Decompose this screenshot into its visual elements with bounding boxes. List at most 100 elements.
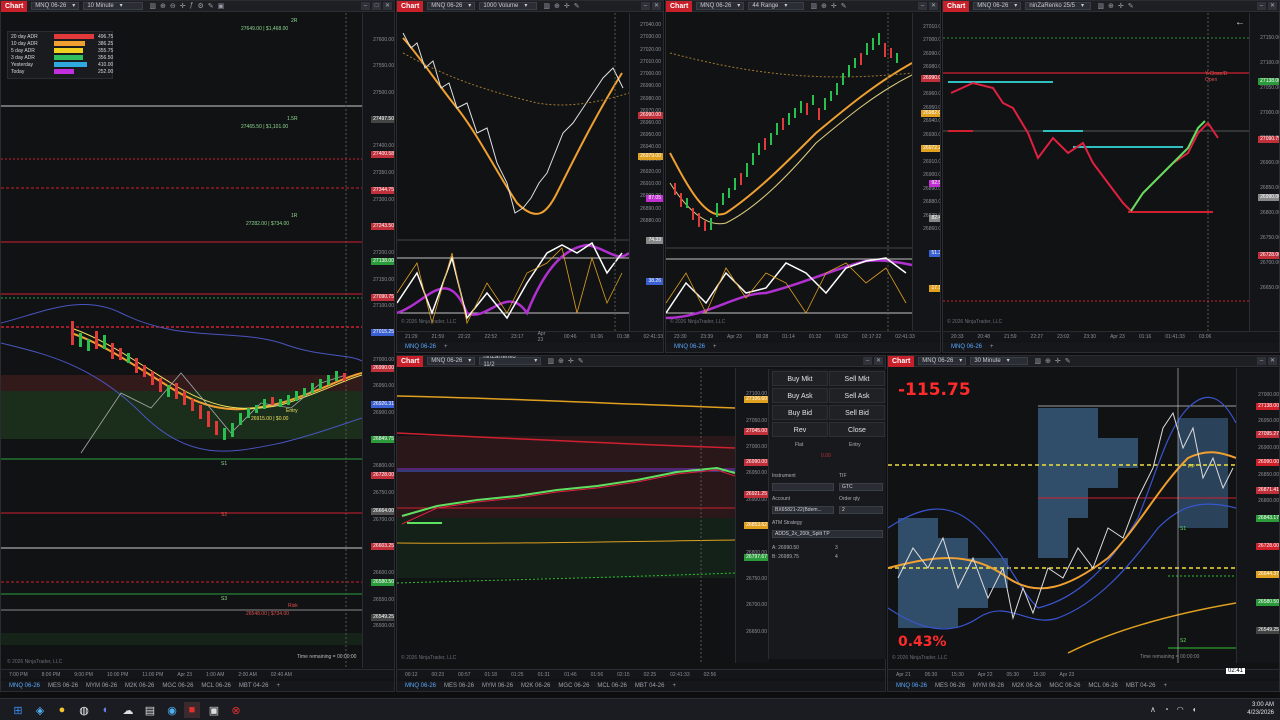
strategy-icon[interactable]: ⚙ xyxy=(197,2,203,10)
interval-selector[interactable]: 10 Minute ▾ xyxy=(83,2,144,10)
instrument-tab[interactable]: M2K 06-26 xyxy=(125,683,154,689)
minimize-icon[interactable]: – xyxy=(863,357,872,365)
instrument-tab[interactable]: MGC 06-26 xyxy=(162,683,193,689)
back-arrow-icon[interactable]: ← xyxy=(1235,17,1245,28)
price-plot[interactable]: © 2026 NinjaTrader, LLC xyxy=(666,13,913,331)
instrument-tab[interactable]: MGC 06-26 xyxy=(558,683,589,689)
zoom-icon[interactable]: ⊕ xyxy=(1108,2,1114,10)
minimize-icon[interactable]: – xyxy=(361,2,370,10)
wifi-icon[interactable]: ◠ xyxy=(1177,705,1184,714)
crosshair-icon[interactable]: ✛ xyxy=(1055,357,1061,365)
buy-market-button[interactable]: Buy Mkt xyxy=(772,371,828,386)
time-axis[interactable]: 7:00 PM 8:00 PM 9:00 PM 10:00 PM 11:00 PM Apr… xyxy=(1,669,394,679)
bar-style-icon[interactable]: ▥ xyxy=(810,2,817,10)
price-plot[interactable]: Y-Close/D Open © 2026 NinjaTrader, LLC ← xyxy=(943,13,1249,331)
bar-style-icon[interactable]: ▥ xyxy=(1034,357,1041,365)
maximize-icon[interactable]: □ xyxy=(372,2,381,10)
discord-icon[interactable]: ◐ xyxy=(98,702,114,718)
lock-icon[interactable]: ▣ xyxy=(218,2,225,10)
time-axis[interactable]: 00:12 00:23 00:57 01:18 01:25 01:31 01:46 01:56… xyxy=(397,669,885,679)
app-icon[interactable]: ◍ xyxy=(76,702,92,718)
bar-style-icon[interactable]: ▥ xyxy=(1097,2,1104,10)
app-icon[interactable]: ▤ xyxy=(142,702,158,718)
instrument-selector[interactable]: MNQ 06-26 ▾ xyxy=(973,2,1022,10)
add-tab-icon[interactable]: + xyxy=(444,344,448,350)
add-tab-icon[interactable]: + xyxy=(713,344,717,350)
draw-icon[interactable]: ✎ xyxy=(1065,357,1071,365)
price-plot[interactable]: © 2026 NinjaTrader, LLC xyxy=(397,368,736,663)
instrument-tab[interactable]: M2K 06-26 xyxy=(521,683,550,689)
atm-strategy-select[interactable]: ADDS_2x_200t_Split TP xyxy=(772,530,883,538)
windows-start-icon[interactable]: ⊞ xyxy=(10,702,26,718)
indicator-icon[interactable]: ƒ xyxy=(190,2,194,10)
instrument-tab[interactable]: MCL 06-26 xyxy=(1088,683,1117,689)
app-icon[interactable]: ▣ xyxy=(206,702,222,718)
chart-badge[interactable]: Chart xyxy=(943,1,970,12)
draw-icon[interactable]: ✎ xyxy=(578,357,584,365)
chart-badge[interactable]: Chart xyxy=(888,356,915,367)
instrument-tab[interactable]: MYM 06-26 xyxy=(86,683,117,689)
interval-selector[interactable]: 1000 Volume ▾ xyxy=(479,2,538,10)
sell-market-button[interactable]: Sell Mkt xyxy=(829,371,885,386)
crosshair-icon[interactable]: ✛ xyxy=(564,2,570,10)
time-axis[interactable]: 20:33 20:48 21:59 22:27 23:02 23:30 Apr 23 01:1… xyxy=(943,331,1279,341)
instrument-tab[interactable]: MBT 04-26 xyxy=(635,683,665,689)
instrument-tab[interactable]: MCL 06-26 xyxy=(597,683,626,689)
search-icon[interactable]: ◈ xyxy=(32,702,48,718)
minimize-icon[interactable]: – xyxy=(1257,2,1266,10)
time-axis[interactable]: 21:29 21:59 22:22 22:52 23:17 Apr 23 00:46 01:0… xyxy=(397,331,663,343)
instrument-selector[interactable]: MNQ 06-26 ▾ xyxy=(427,2,476,10)
tab-mnq[interactable]: MNQ 06-26 xyxy=(405,344,436,350)
price-axis[interactable]: 27150.0027100.0027050.0027000.0026950.00… xyxy=(1249,13,1279,331)
close-icon[interactable]: ✕ xyxy=(383,2,392,10)
zoom-icon[interactable]: ⊕ xyxy=(821,2,827,10)
chart-badge[interactable]: Chart xyxy=(397,1,424,12)
crosshair-icon[interactable]: ✛ xyxy=(568,357,574,365)
network-icon[interactable]: ◔ xyxy=(1164,705,1169,714)
buy-ask-button[interactable]: Buy Ask xyxy=(772,388,828,403)
instrument-tab[interactable]: MES 06-26 xyxy=(935,683,965,689)
close-position-button[interactable]: Close xyxy=(829,422,885,437)
ninjatrader-icon[interactable]: ■ xyxy=(184,702,200,718)
price-axis[interactable]: 27040.00 27030.00 27020.00 27010.00 27000.00… xyxy=(629,13,663,331)
buy-bid-button[interactable]: Buy Bid xyxy=(772,405,828,420)
instrument-selector[interactable]: MNQ 06-26 ▾ xyxy=(31,2,80,10)
account-select[interactable]: BX65821-22(Bdem... xyxy=(772,506,834,514)
bar-style-icon[interactable]: ▥ xyxy=(543,2,550,10)
chart-window-10min[interactable]: Chart MNQ 06-26 ▾ 10 Minute ▾ ▥ ⊕ ⊖ ✛ ƒ ⚙ ✎ ▣ – □ ✕ xyxy=(0,0,395,692)
zoom-icon[interactable]: ⊕ xyxy=(558,357,564,365)
chart-window-44range[interactable]: Chart MNQ 06-26 ▾ 44 Range ▾ ▥ ⊕ ✛ ✎ –✕ xyxy=(665,0,941,353)
chevron-up-icon[interactable]: ∧ xyxy=(1150,705,1156,714)
instrument-tab[interactable]: MNQ 06-26 xyxy=(9,683,40,689)
add-tab-icon[interactable]: + xyxy=(990,344,994,350)
tab-mnq[interactable]: MNQ 06-26 xyxy=(674,344,705,350)
close-icon[interactable]: ✕ xyxy=(874,357,883,365)
instrument-tab[interactable]: MGC 06-26 xyxy=(1049,683,1080,689)
zoom-icon[interactable]: ⊕ xyxy=(554,2,560,10)
zoom-out-icon[interactable]: ⊖ xyxy=(170,2,176,10)
bar-style-icon[interactable]: ▥ xyxy=(547,357,554,365)
app-icon[interactable]: ◉ xyxy=(164,702,180,718)
chrome-icon[interactable]: ● xyxy=(54,702,70,718)
instrument-selector[interactable]: MNQ 06-26 ▾ xyxy=(696,2,745,10)
crosshair-icon[interactable]: ✛ xyxy=(831,2,837,10)
price-plot[interactable]: © 2026 NinjaTrader, LLC xyxy=(397,13,630,331)
instrument-tab[interactable]: MCL 06-26 xyxy=(201,683,230,689)
add-tab-icon[interactable]: + xyxy=(276,683,280,689)
instrument-tab[interactable]: MES 06-26 xyxy=(444,683,474,689)
instrument-tab[interactable]: MBT 04-26 xyxy=(239,683,269,689)
interval-selector[interactable]: ninZaRenko 25/5 ▾ xyxy=(1025,2,1092,10)
chart-window-1000vol[interactable]: Chart MNQ 06-26 ▾ 1000 Volume ▾ ▥ ⊕ ✛ ✎ – ✕ © … xyxy=(396,0,664,353)
price-axis[interactable]: 27600.0027550.0027500.0027450.0027400.00… xyxy=(362,13,394,668)
tif-select[interactable]: GTC xyxy=(839,483,883,491)
instrument-tab[interactable]: MES 06-26 xyxy=(48,683,78,689)
instrument-tab[interactable]: MYM 06-26 xyxy=(482,683,513,689)
instrument-tab[interactable]: M2K 06-26 xyxy=(1012,683,1041,689)
instrument-selector[interactable]: MNQ 06-26 ▾ xyxy=(918,357,967,365)
price-axis[interactable]: 27100.00 27050.00 27000.00 26950.00 26900.00… xyxy=(735,368,769,663)
minimize-icon[interactable]: – xyxy=(918,2,927,10)
instrument-tab[interactable]: MNQ 06-26 xyxy=(405,683,436,689)
draw-icon[interactable]: ✎ xyxy=(208,2,214,10)
chart-window-renko25[interactable]: Chart MNQ 06-26 ▾ ninZaRenko 25/5 ▾ ▥ ⊕ ✛ ✎ –… xyxy=(942,0,1280,353)
close-icon[interactable]: ✕ xyxy=(929,2,938,10)
